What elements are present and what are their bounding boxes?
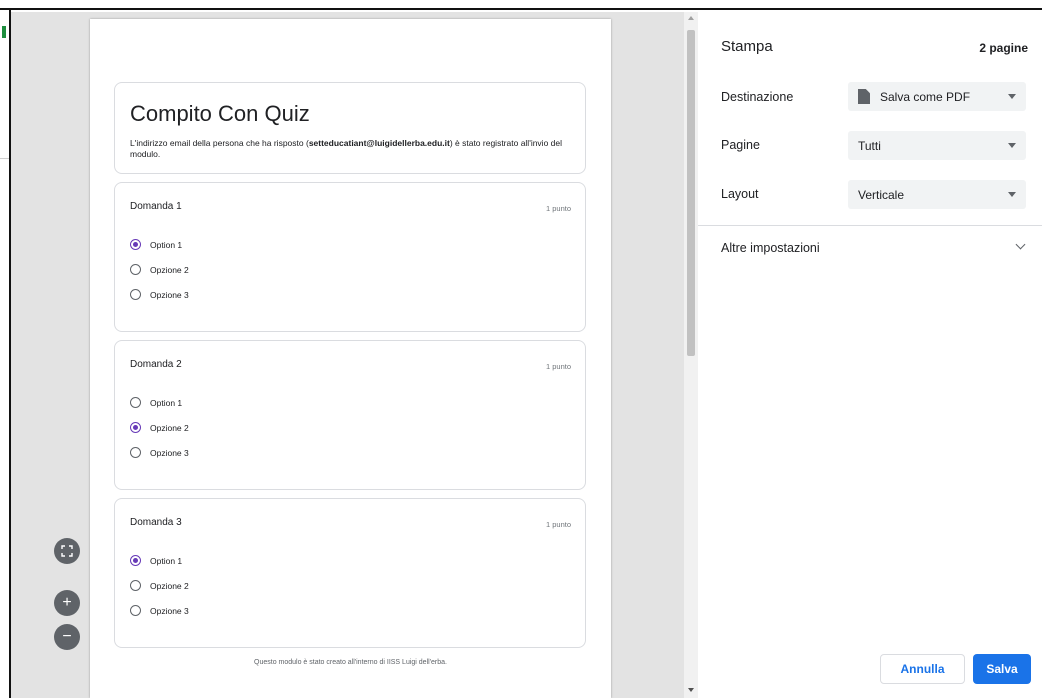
scroll-down-icon[interactable] (688, 688, 694, 692)
zoom-in-icon: + (62, 594, 72, 611)
document-icon (858, 89, 870, 104)
preview-scrollbar[interactable] (684, 12, 698, 698)
answer-option: Option 1 (130, 239, 182, 250)
question-points: 1 punto (545, 204, 571, 213)
answer-option: Opzione 3 (130, 605, 189, 616)
answer-option: Opzione 3 (130, 289, 189, 300)
pages-value: Tutti (858, 138, 881, 153)
answer-option: Option 1 (130, 555, 182, 566)
radio-icon (130, 422, 141, 433)
dropdown-arrow-icon (1008, 192, 1016, 197)
desc-prefix: L'indirizzo email della persona che ha r… (130, 138, 309, 148)
option-label: Opzione 3 (150, 605, 189, 616)
page-count: 2 pagine (979, 41, 1028, 55)
pages-label: Pagine (721, 138, 760, 152)
option-label: Option 1 (150, 239, 183, 250)
print-title: Stampa (721, 38, 773, 55)
radio-icon (130, 580, 141, 591)
window-top-border (0, 0, 1042, 10)
chevron-down-icon[interactable] (1015, 239, 1026, 250)
question-points: 1 punto (545, 362, 571, 371)
radio-icon (130, 605, 141, 616)
option-label: Option 1 (150, 397, 183, 408)
form-description: L'indirizzo email della persona che ha r… (130, 138, 570, 160)
settings-divider (698, 225, 1042, 226)
layout-value: Verticale (858, 187, 905, 202)
save-button[interactable]: Salva (973, 654, 1031, 684)
dropdown-arrow-icon (1008, 143, 1016, 148)
left-strip-divider (0, 158, 9, 159)
option-label: Opzione 2 (150, 422, 189, 433)
form-footer: Questo modulo è stato creato all'interno… (254, 659, 447, 666)
answer-option: Opzione 2 (130, 422, 189, 433)
scrollbar-thumb[interactable] (687, 30, 695, 356)
radio-icon (130, 555, 141, 566)
option-label: Opzione 2 (150, 264, 189, 275)
question-points: 1 punto (545, 520, 571, 529)
radio-icon (130, 239, 141, 250)
radio-icon (130, 397, 141, 408)
zoom-out-icon: − (62, 628, 72, 645)
dropdown-arrow-icon (1008, 94, 1016, 99)
option-label: Opzione 3 (150, 447, 189, 458)
zoom-out-button[interactable]: − (54, 624, 80, 650)
destination-select[interactable]: Salva come PDF (848, 82, 1026, 111)
respondent-email: setteducatiant@luigidellerba.edu.it (308, 138, 450, 148)
layout-label: Layout (721, 187, 759, 201)
window-left-strip (0, 10, 11, 698)
destination-value: Salva come PDF (880, 89, 971, 104)
fit-to-page-button[interactable] (54, 538, 80, 564)
zoom-in-button[interactable]: + (54, 590, 80, 616)
option-label: Opzione 2 (150, 580, 189, 591)
print-settings-panel: Stampa 2 pagine Destinazione Salva come … (698, 12, 1042, 698)
question-title: Domanda 1 (130, 201, 182, 212)
form-header-card: Compito Con Quiz L'indirizzo email della… (114, 82, 586, 174)
destination-label: Destinazione (721, 90, 794, 104)
answer-option: Opzione 2 (130, 264, 189, 275)
cancel-button[interactable]: Annulla (880, 654, 965, 684)
scroll-up-icon[interactable] (688, 16, 694, 20)
question-title: Domanda 2 (130, 359, 182, 370)
fit-to-page-icon (61, 545, 73, 557)
radio-icon (130, 264, 141, 275)
option-label: Option 1 (150, 555, 183, 566)
question-title: Domanda 3 (130, 517, 182, 528)
radio-icon (130, 289, 141, 300)
green-marker-icon (2, 26, 6, 38)
more-settings-toggle[interactable]: Altre impostazioni (721, 241, 820, 255)
answer-option: Opzione 3 (130, 447, 189, 458)
layout-select[interactable]: Verticale (848, 180, 1026, 209)
question-card: Domanda 2 1 punto Option 1 Opzione 2 Opz… (114, 340, 586, 490)
radio-icon (130, 447, 141, 458)
answer-option: Opzione 2 (130, 580, 189, 591)
option-label: Opzione 3 (150, 289, 189, 300)
preview-page: Compito Con Quiz L'indirizzo email della… (90, 19, 611, 698)
pages-select[interactable]: Tutti (848, 131, 1026, 160)
answer-option: Option 1 (130, 397, 182, 408)
question-card: Domanda 3 1 punto Option 1 Opzione 2 Opz… (114, 498, 586, 648)
form-title: Compito Con Quiz (130, 101, 310, 126)
print-preview-area[interactable]: Compito Con Quiz L'indirizzo email della… (11, 12, 684, 698)
question-card: Domanda 1 1 punto Option 1 Opzione 2 Opz… (114, 182, 586, 332)
